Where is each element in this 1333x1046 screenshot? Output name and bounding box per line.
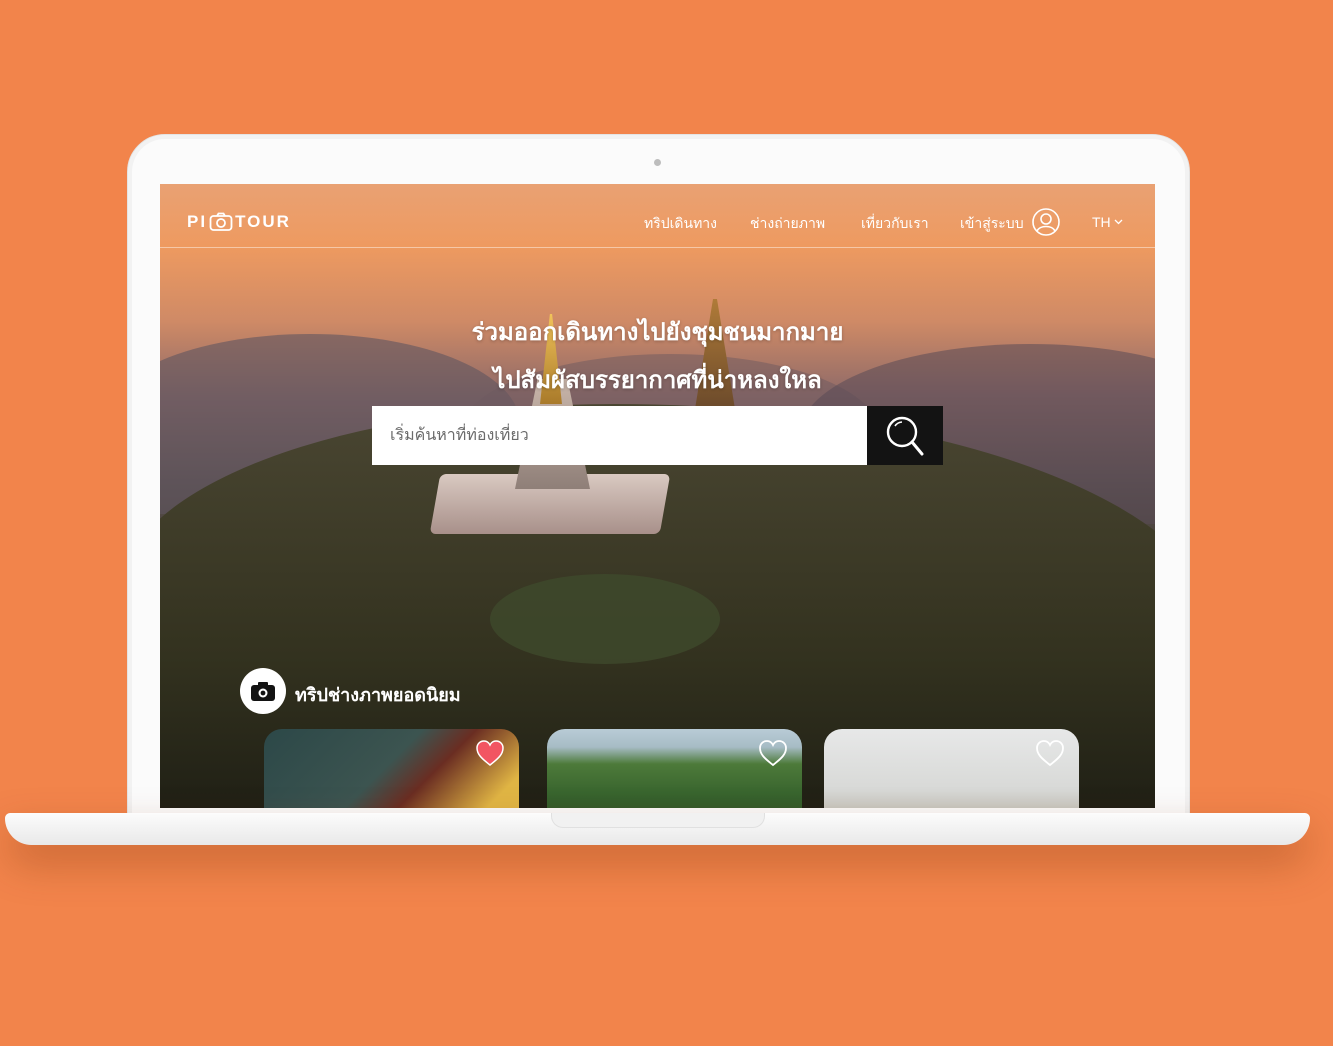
- hero-headline-line1: ร่วมออกเดินทางไปยังชุมชนมากมาย: [471, 319, 844, 346]
- camera-icon: [251, 682, 275, 701]
- garden-shape: [490, 574, 720, 664]
- nav-link-trips[interactable]: ทริปเดินทาง: [644, 213, 717, 235]
- heart-filled-icon[interactable]: [475, 739, 505, 767]
- user-icon[interactable]: [1031, 207, 1061, 237]
- popular-trips-icon: [240, 668, 286, 714]
- hero-headline-line2: ไปสัมผัสบรรยากาศที่น่าหลงใหล: [493, 367, 822, 394]
- laptop-notch: [551, 813, 765, 828]
- section-title: ทริปช่างภาพยอดนิยม: [295, 685, 461, 705]
- language-selector[interactable]: TH: [1092, 214, 1123, 230]
- search-button[interactable]: [867, 406, 943, 465]
- search-input[interactable]: [372, 406, 867, 465]
- chevron-down-icon: [1114, 219, 1123, 225]
- language-label: TH: [1092, 214, 1111, 230]
- login-link[interactable]: เข้าสู่ระบบ: [960, 213, 1024, 235]
- nav-link-photographers[interactable]: ช่างถ่ายภาพ: [750, 213, 825, 235]
- camera-icon: [209, 212, 233, 231]
- nav-link-travel-with-us[interactable]: เที่ยวกับเรา: [861, 213, 929, 235]
- heart-outline-icon[interactable]: [1035, 739, 1065, 767]
- trip-card[interactable]: [264, 729, 519, 808]
- top-navbar: PI TOUR ทริปเดินทาง ช่างถ่ายภาพ เที่ยวกั…: [160, 184, 1155, 248]
- logo-text-left: PI: [187, 212, 208, 231]
- webcam-dot: [654, 159, 661, 166]
- logo-text-right: TOUR: [235, 212, 291, 231]
- trip-card[interactable]: [824, 729, 1079, 808]
- trip-card[interactable]: [547, 729, 802, 808]
- browser-screen: PI TOUR ทริปเดินทาง ช่างถ่ายภาพ เที่ยวกั…: [160, 184, 1155, 808]
- heart-outline-icon[interactable]: [758, 739, 788, 767]
- search-icon: [886, 416, 924, 455]
- site-logo[interactable]: PI TOUR: [187, 212, 291, 232]
